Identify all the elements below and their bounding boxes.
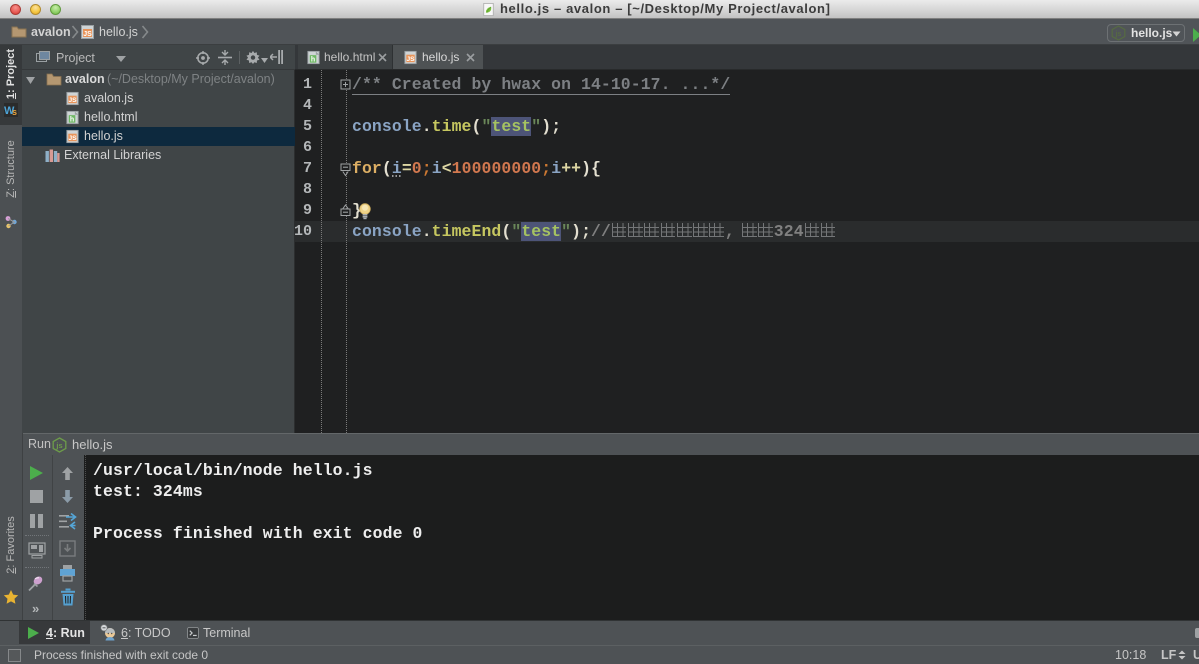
svg-text:js: js (1115, 31, 1122, 38)
svg-text:JS: JS (68, 135, 77, 142)
svg-text:js: js (55, 441, 62, 450)
svg-text:s: s (12, 107, 17, 117)
svg-text:h: h (311, 56, 315, 63)
svg-text:JS: JS (68, 97, 77, 104)
svg-text:JS: JS (406, 56, 415, 63)
svg-text:JS: JS (83, 31, 92, 38)
svg-text:h: h (70, 116, 74, 123)
